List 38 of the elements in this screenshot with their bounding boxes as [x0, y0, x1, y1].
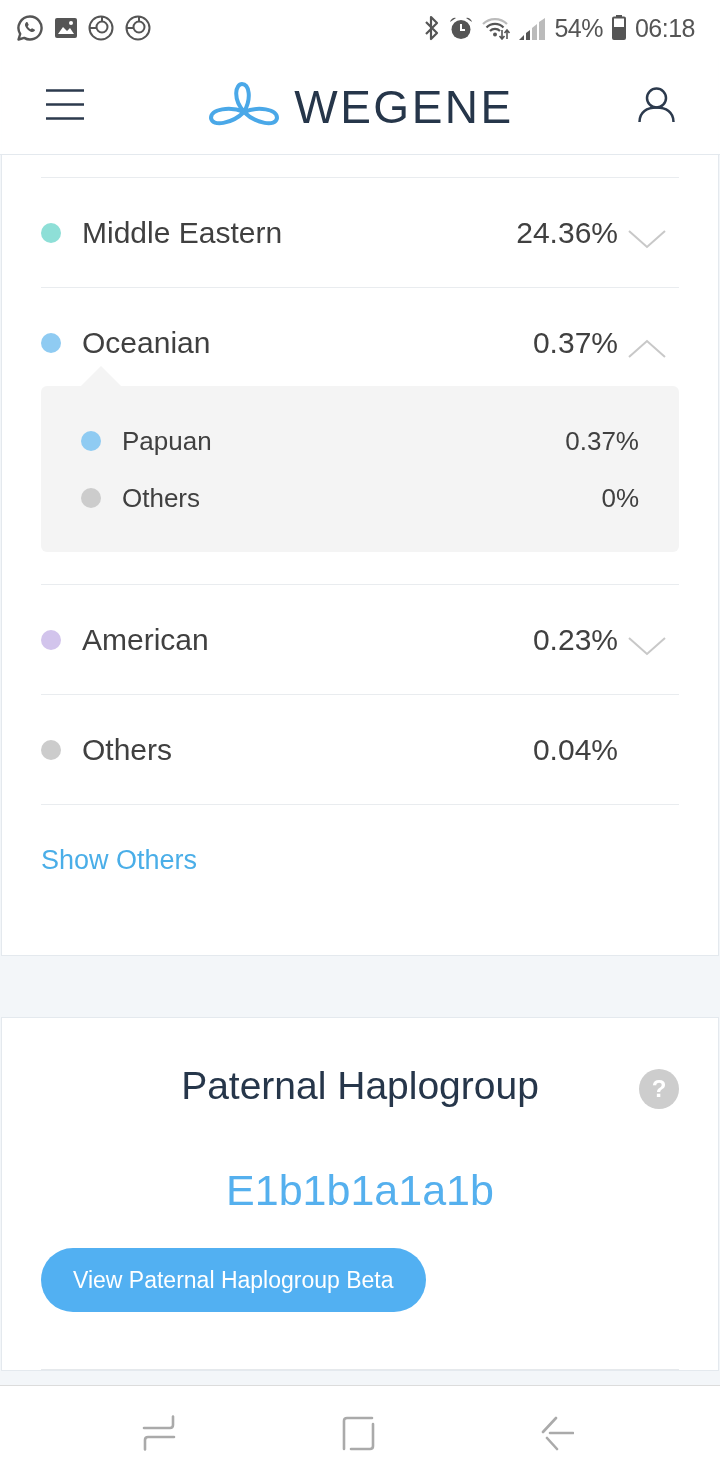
logo-wordmark: WEGENE: [294, 81, 514, 132]
ring-icon: [88, 14, 114, 41]
subregion-percentage: 0.37%: [565, 424, 639, 457]
user-icon[interactable]: [638, 86, 675, 123]
chevron-up-icon[interactable]: [628, 338, 666, 359]
view-haplogroup-button[interactable]: View Paternal Haplogroup Beta: [41, 1248, 426, 1312]
clock-time: 06:18: [634, 12, 695, 43]
ring-icon: [125, 14, 151, 41]
signal-icon: [519, 15, 546, 40]
help-button[interactable]: ?: [639, 1069, 679, 1109]
region-percentage: 0.04%: [532, 731, 618, 768]
chevron-down-icon[interactable]: [628, 635, 666, 656]
subregion-name: Others: [122, 481, 202, 514]
image-icon: [55, 17, 77, 38]
show-others-link[interactable]: Show Others: [41, 845, 198, 875]
battery-icon: [611, 15, 626, 40]
region-name: Others: [82, 731, 174, 768]
menu-icon[interactable]: [46, 89, 84, 120]
haplogroup-value: E1b1b1a1a1b: [226, 1165, 494, 1216]
region-name: Middle Eastern: [82, 214, 284, 251]
wifi-icon: [482, 15, 511, 40]
region-name: Oceanian: [82, 324, 212, 361]
section-title: Paternal Haplogroup: [181, 1063, 539, 1109]
back-icon[interactable]: [541, 1415, 574, 1451]
chat-phone-icon: [16, 13, 44, 42]
recent-apps-icon[interactable]: [142, 1415, 176, 1451]
chevron-down-icon[interactable]: [628, 228, 666, 249]
battery-percentage: 54%: [554, 12, 603, 43]
logo-icon: [208, 81, 281, 128]
bluetooth-icon: [424, 14, 441, 41]
home-icon[interactable]: [342, 1415, 375, 1451]
region-percentage: 0.23%: [532, 621, 618, 658]
region-percentage: 0.37%: [532, 324, 618, 361]
alarm-clock-icon: [449, 15, 474, 40]
subregion-percentage: 0%: [601, 481, 639, 514]
region-name: American: [82, 621, 210, 658]
region-percentage: 24.36%: [516, 214, 618, 251]
subregion-name: Papuan: [122, 424, 213, 457]
